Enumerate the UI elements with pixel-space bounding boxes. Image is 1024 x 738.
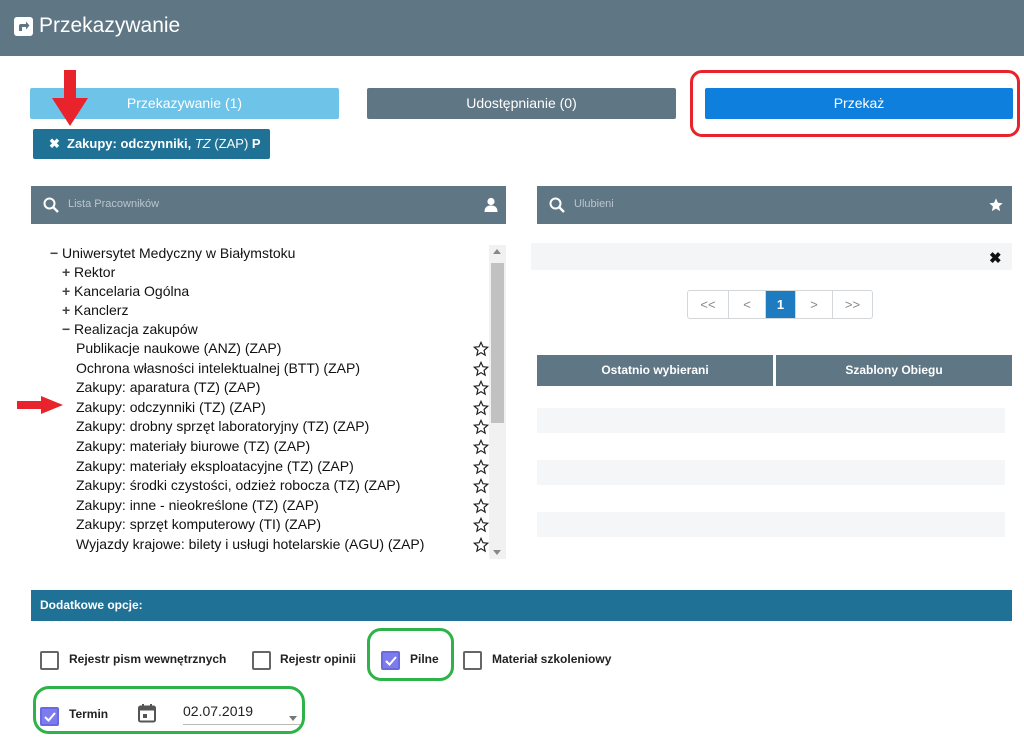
tab-recently-selected[interactable]: Ostatnio wybierani (537, 355, 773, 386)
tree-leaf[interactable]: Zakupy: środki czystości, odzież robocza… (76, 477, 400, 493)
tree-leaf[interactable]: Ochrona własności intelektualnej (BTT) (… (76, 360, 360, 376)
list-item (537, 512, 1005, 537)
chip-suffix: P (251, 136, 261, 151)
favorite-star-icon[interactable] (472, 536, 490, 553)
opinion-register-checkbox[interactable] (252, 651, 271, 670)
tab-workflow-templates[interactable]: Szablony Obiegu (776, 355, 1012, 386)
favorites-search-input[interactable]: Ulubieni (574, 198, 614, 210)
favorites-search-bar[interactable]: Ulubieni (537, 186, 1012, 224)
favorite-star-icon[interactable] (472, 458, 490, 475)
selected-recipient-chip[interactable]: ✖ Zakupy: odczynniki, TZ (ZAP) P (33, 129, 270, 159)
opinion-register-label: Rejestr opinii (280, 652, 357, 666)
list-item (537, 408, 1005, 433)
tree-node-kancelaria[interactable]: + Kancelaria Ogólna (62, 283, 189, 299)
favorite-star-icon[interactable] (472, 517, 490, 533)
favorite-star-icon[interactable] (472, 478, 490, 494)
employee-search-bar[interactable]: Lista Pracowników (31, 186, 506, 224)
page-next-button[interactable]: > (795, 291, 832, 318)
list-item (537, 460, 1005, 485)
scroll-thumb[interactable] (491, 263, 504, 423)
annotation-red-box (690, 70, 1020, 137)
star-icon[interactable] (988, 197, 1004, 213)
chip-code: TZ (194, 136, 211, 151)
additional-options-header: Dodatkowe opcje: (31, 590, 1012, 621)
remove-chip-icon[interactable]: ✖ (49, 129, 60, 159)
user-icon[interactable] (484, 197, 498, 212)
favorite-star-icon[interactable] (472, 340, 490, 357)
expand-icon[interactable]: + (62, 283, 74, 299)
favorite-star-icon[interactable] (472, 497, 490, 514)
search-icon (43, 197, 59, 213)
tree-leaf[interactable]: Zakupy: sprzęt komputerowy (TI) (ZAP) (76, 516, 321, 532)
collapse-icon[interactable]: − (50, 245, 62, 261)
employee-search-input[interactable]: Lista Pracowników (68, 198, 159, 210)
favorite-star-icon[interactable] (472, 438, 490, 455)
annotation-green-box (367, 628, 454, 681)
annotation-green-box (33, 686, 305, 734)
tab-sharing[interactable]: Udostępnianie (0) (367, 88, 676, 119)
page-first-button[interactable]: << (688, 291, 728, 318)
chip-unit: (ZAP) (210, 136, 252, 151)
annotation-arrow-down-icon (52, 70, 88, 126)
expand-icon[interactable]: + (62, 302, 74, 318)
tree-node-realizacja[interactable]: − Realizacja zakupów (62, 321, 198, 337)
tree-leaf[interactable]: Zakupy: drobny sprzęt laboratoryjny (TZ)… (76, 418, 369, 434)
clear-favorites-icon[interactable]: ✖ (989, 249, 1002, 267)
tree-root[interactable]: − Uniwersytet Medyczny w Białymstoku (50, 245, 295, 261)
tree-leaf[interactable]: Publikacje naukowe (ANZ) (ZAP) (76, 340, 281, 356)
tree-node-rektor[interactable]: + Rektor (62, 264, 115, 280)
favorite-star-icon[interactable] (472, 380, 490, 396)
internal-register-checkbox[interactable] (40, 651, 59, 670)
tree-leaf[interactable]: Zakupy: inne - nieokreślone (TZ) (ZAP) (76, 497, 319, 513)
favorite-star-icon[interactable] (472, 360, 490, 377)
tree-scrollbar[interactable] (489, 245, 506, 559)
pagination: << < 1 > >> (687, 290, 873, 319)
page-last-button[interactable]: >> (832, 291, 872, 318)
page-title: Przekazywanie (39, 14, 181, 37)
scroll-down-icon[interactable] (493, 550, 501, 555)
tree-leaf[interactable]: Zakupy: odczynniki (TZ) (ZAP) (76, 399, 266, 415)
page-prev-button[interactable]: < (728, 291, 765, 318)
tree-node-kanclerz[interactable]: + Kanclerz (62, 302, 128, 318)
tree-leaf[interactable]: Zakupy: materiały eksploatacyjne (TZ) (Z… (76, 458, 354, 474)
internal-register-label: Rejestr pism wewnętrznych (69, 652, 227, 666)
organization-tree: − Uniwersytet Medyczny w Białymstoku + Rek… (40, 243, 507, 559)
tree-leaf[interactable]: Wyjazdy krajowe: bilety i usługi hotelar… (76, 536, 424, 552)
expand-icon[interactable]: + (62, 264, 74, 280)
tree-leaf[interactable]: Zakupy: aparatura (TZ) (ZAP) (76, 379, 260, 395)
training-material-label: Materiał szkoleniowy (492, 652, 612, 666)
chip-prefix: Zakupy: odczynniki, (67, 136, 195, 151)
training-material-checkbox[interactable] (463, 651, 482, 670)
tree-leaf[interactable]: Zakupy: materiały biurowe (TZ) (ZAP) (76, 438, 310, 454)
favorite-star-icon[interactable] (472, 399, 490, 416)
favorites-list-area (531, 243, 1012, 270)
favorite-star-icon[interactable] (472, 419, 490, 435)
forward-icon (14, 17, 33, 36)
search-icon (549, 197, 565, 213)
page-current-button[interactable]: 1 (765, 291, 795, 318)
collapse-icon[interactable]: − (62, 321, 74, 337)
app-header: Przekazywanie (0, 0, 1024, 56)
scroll-up-icon[interactable] (493, 249, 501, 254)
